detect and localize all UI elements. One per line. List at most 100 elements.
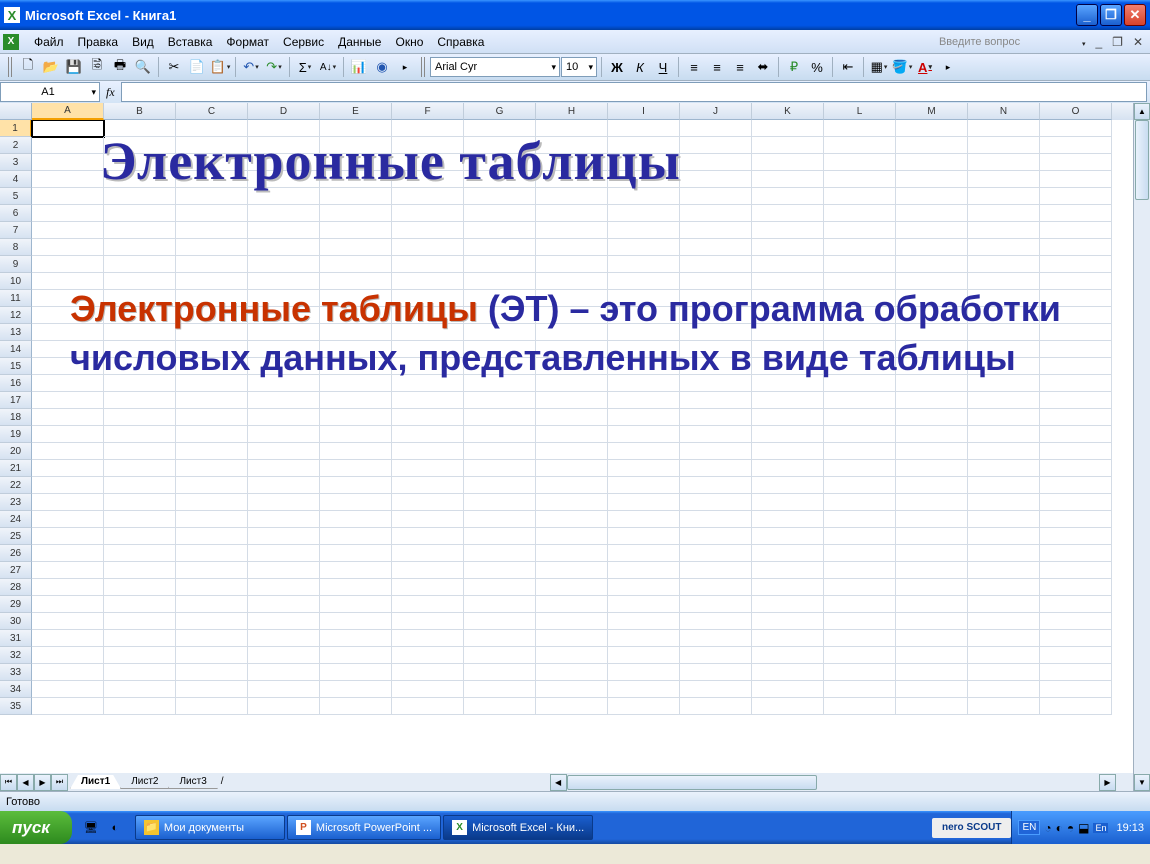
- cell[interactable]: [104, 647, 176, 664]
- col-header[interactable]: I: [608, 103, 680, 120]
- cell[interactable]: [824, 205, 896, 222]
- menu-insert[interactable]: Вставка: [161, 33, 220, 51]
- cell[interactable]: [824, 511, 896, 528]
- cell[interactable]: [320, 426, 392, 443]
- cell[interactable]: [464, 664, 536, 681]
- vscroll-down-button[interactable]: ▼: [1134, 774, 1150, 791]
- row-header[interactable]: 20: [0, 443, 32, 460]
- cell[interactable]: [464, 443, 536, 460]
- cell[interactable]: [464, 256, 536, 273]
- cell[interactable]: [608, 222, 680, 239]
- cell[interactable]: [1040, 528, 1112, 545]
- cell[interactable]: [824, 579, 896, 596]
- redo-icon[interactable]: ↷: [263, 56, 285, 78]
- sheet-tab[interactable]: Лист3: [168, 775, 217, 789]
- row-header[interactable]: 13: [0, 324, 32, 341]
- cell[interactable]: [608, 664, 680, 681]
- cell[interactable]: [392, 579, 464, 596]
- cell[interactable]: [608, 630, 680, 647]
- row-header[interactable]: 33: [0, 664, 32, 681]
- cell[interactable]: [608, 205, 680, 222]
- cell[interactable]: [176, 443, 248, 460]
- row-header[interactable]: 22: [0, 477, 32, 494]
- cell[interactable]: [536, 477, 608, 494]
- cell[interactable]: [464, 494, 536, 511]
- cell[interactable]: [752, 188, 824, 205]
- tab-next-button[interactable]: ▶: [34, 774, 51, 791]
- cell[interactable]: [392, 596, 464, 613]
- cell[interactable]: [392, 647, 464, 664]
- cell[interactable]: [248, 528, 320, 545]
- cell[interactable]: [248, 545, 320, 562]
- print-icon[interactable]: 🖶: [109, 56, 131, 78]
- cell[interactable]: [752, 137, 824, 154]
- cell[interactable]: [32, 120, 104, 137]
- cell[interactable]: [176, 664, 248, 681]
- cell[interactable]: [968, 562, 1040, 579]
- cell[interactable]: [248, 392, 320, 409]
- cell[interactable]: [968, 664, 1040, 681]
- decrease-indent-icon[interactable]: ⇤: [837, 56, 859, 78]
- cell[interactable]: [1040, 545, 1112, 562]
- font-name-select[interactable]: Arial Cyr: [430, 57, 560, 77]
- cell[interactable]: [392, 443, 464, 460]
- tab-prev-button[interactable]: ◀: [17, 774, 34, 791]
- cell[interactable]: [968, 222, 1040, 239]
- cell[interactable]: [896, 579, 968, 596]
- cell[interactable]: [32, 239, 104, 256]
- cell[interactable]: [392, 528, 464, 545]
- paste-icon[interactable]: 📋: [209, 56, 231, 78]
- cell[interactable]: [680, 205, 752, 222]
- cell[interactable]: [896, 409, 968, 426]
- menu-format[interactable]: Формат: [219, 33, 276, 51]
- cell[interactable]: [248, 477, 320, 494]
- cell[interactable]: [176, 528, 248, 545]
- underline-icon[interactable]: Ч: [652, 56, 674, 78]
- cell[interactable]: [896, 188, 968, 205]
- cell[interactable]: [1040, 239, 1112, 256]
- row-header[interactable]: 34: [0, 681, 32, 698]
- fx-label[interactable]: fx: [100, 85, 121, 100]
- cell[interactable]: [752, 426, 824, 443]
- cell[interactable]: [248, 205, 320, 222]
- cell[interactable]: [32, 426, 104, 443]
- cell[interactable]: [176, 596, 248, 613]
- cell[interactable]: [536, 256, 608, 273]
- cell[interactable]: [464, 562, 536, 579]
- cell[interactable]: [248, 596, 320, 613]
- cell[interactable]: [680, 154, 752, 171]
- cell[interactable]: [536, 443, 608, 460]
- cell[interactable]: [104, 494, 176, 511]
- cell[interactable]: [32, 443, 104, 460]
- row-header[interactable]: 16: [0, 375, 32, 392]
- col-header[interactable]: B: [104, 103, 176, 120]
- cell[interactable]: [32, 545, 104, 562]
- cell[interactable]: [608, 698, 680, 715]
- row-header[interactable]: 30: [0, 613, 32, 630]
- cell[interactable]: [32, 477, 104, 494]
- cell[interactable]: [968, 154, 1040, 171]
- select-all-corner[interactable]: [0, 103, 32, 120]
- nero-scout-widget[interactable]: nero SCOUT: [932, 818, 1011, 838]
- cell[interactable]: [896, 494, 968, 511]
- cell[interactable]: [320, 545, 392, 562]
- name-box[interactable]: A1: [0, 82, 100, 102]
- cell[interactable]: [896, 630, 968, 647]
- cell[interactable]: [1040, 171, 1112, 188]
- undo-icon[interactable]: ↶: [240, 56, 262, 78]
- cell[interactable]: [320, 596, 392, 613]
- cell[interactable]: [752, 681, 824, 698]
- cell[interactable]: [680, 494, 752, 511]
- col-header[interactable]: D: [248, 103, 320, 120]
- cell[interactable]: [32, 460, 104, 477]
- cell[interactable]: [392, 494, 464, 511]
- cell[interactable]: [824, 613, 896, 630]
- cell[interactable]: [320, 477, 392, 494]
- cell[interactable]: [176, 392, 248, 409]
- cell[interactable]: [536, 239, 608, 256]
- cell[interactable]: [176, 205, 248, 222]
- copy-icon[interactable]: 📄: [186, 56, 208, 78]
- cell[interactable]: [248, 222, 320, 239]
- cell[interactable]: [104, 613, 176, 630]
- cell[interactable]: [320, 256, 392, 273]
